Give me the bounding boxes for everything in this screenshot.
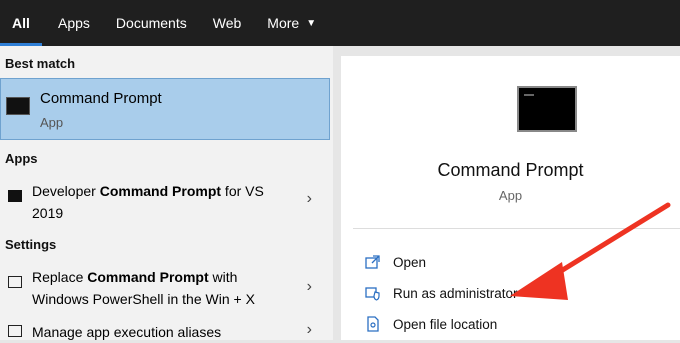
open-icon xyxy=(365,255,380,269)
terminal-icon xyxy=(8,190,22,202)
best-match-subtitle: App xyxy=(40,115,64,130)
tab-more-label: More xyxy=(267,15,300,31)
settings-header: Settings xyxy=(5,237,57,252)
file-location-icon xyxy=(367,316,379,332)
detail-subtitle: App xyxy=(498,188,523,203)
terminal-icon xyxy=(6,97,30,115)
settings-list-icon xyxy=(8,325,22,337)
results-list: Best match Command Prompt App Apps Devel… xyxy=(0,46,333,340)
chevron-right-icon[interactable]: › xyxy=(307,321,312,339)
terminal-icon xyxy=(517,86,577,132)
open-label: Open xyxy=(393,254,427,270)
tab-documents[interactable]: Documents xyxy=(104,0,201,46)
best-match-item[interactable]: Command Prompt App xyxy=(0,78,330,140)
tab-apps[interactable]: Apps xyxy=(42,0,104,46)
run-as-administrator-action[interactable]: Run as administrator xyxy=(365,282,518,304)
search-filter-tabs: All Apps Documents Web More ▼ xyxy=(0,0,680,46)
tab-more[interactable]: More ▼ xyxy=(253,0,328,46)
tab-documents-label: Documents xyxy=(115,15,187,31)
open-file-location-action[interactable]: Open file location xyxy=(365,313,497,335)
detail-pane: Command Prompt App Open Run as administr… xyxy=(341,56,680,340)
run-as-administrator-label: Run as administrator xyxy=(393,285,518,301)
tab-apps-label: Apps xyxy=(58,15,90,31)
open-action[interactable]: Open xyxy=(365,251,426,273)
best-match-header: Best match xyxy=(5,56,76,71)
chevron-right-icon[interactable]: › xyxy=(307,278,312,296)
open-file-location-label: Open file location xyxy=(393,316,498,332)
apps-header: Apps xyxy=(5,151,38,166)
settings-window-icon xyxy=(8,276,22,288)
tab-web[interactable]: Web xyxy=(201,0,254,46)
tab-all-label: All xyxy=(12,15,30,31)
list-item-developer-command-prompt[interactable]: Developer Command Prompt for VS 2019 › xyxy=(0,178,330,226)
chevron-right-icon[interactable]: › xyxy=(307,190,312,208)
shield-icon xyxy=(365,287,380,301)
divider xyxy=(353,228,680,229)
list-item-label: Developer Command Prompt for VS 2019 xyxy=(32,183,264,221)
list-item-label: Replace Command Prompt with Windows Powe… xyxy=(32,269,255,307)
best-match-title: Command Prompt xyxy=(40,90,162,107)
list-item-replace-command-prompt[interactable]: Replace Command Prompt with Windows Powe… xyxy=(0,266,330,314)
chevron-down-icon: ▼ xyxy=(306,17,317,29)
tab-web-label: Web xyxy=(212,15,242,31)
detail-title: Command Prompt xyxy=(437,160,584,180)
tab-all[interactable]: All xyxy=(0,0,42,46)
